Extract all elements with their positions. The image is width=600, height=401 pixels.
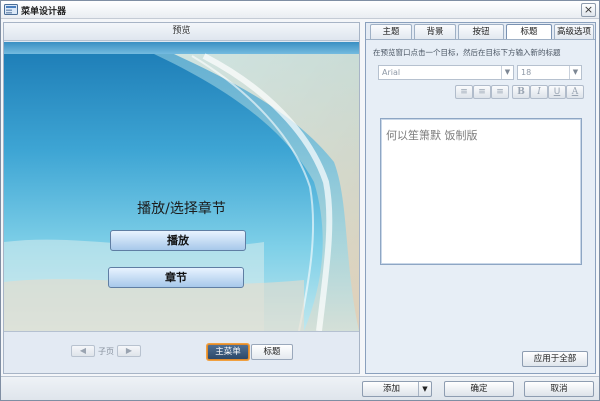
tab-buttons[interactable]: 按钮	[458, 24, 504, 40]
bold-icon: B	[517, 87, 525, 97]
font-family-value: Arial	[382, 68, 401, 77]
tab-advanced[interactable]: 高级选项	[554, 24, 594, 40]
apply-to-all-button[interactable]: 应用于全部	[522, 351, 588, 367]
editor-tabs: 主题 背景 按钮 标题 高级选项	[366, 24, 595, 40]
chevron-left-icon: ◀	[79, 346, 87, 355]
align-center-icon: ≡	[478, 87, 486, 97]
title-menu-segment[interactable]: 标题	[251, 344, 293, 360]
close-button[interactable]: ×	[581, 3, 596, 17]
align-left-icon: ≡	[460, 87, 468, 97]
title-bar: 菜单设计器 ×	[1, 1, 599, 19]
font-size-select[interactable]: 18 ▼	[517, 65, 582, 80]
editor-panel: 主题 背景 按钮 标题 高级选项 在预览窗口点击一个目标，然后在目标下方输入新的…	[365, 22, 596, 374]
align-right-button[interactable]: ≡	[491, 85, 509, 99]
main-menu-segment[interactable]: 主菜单	[207, 344, 249, 360]
app-icon	[4, 4, 18, 15]
italic-button[interactable]: I	[530, 85, 548, 99]
next-page-button[interactable]: ▶	[117, 345, 141, 357]
tab-background[interactable]: 背景	[414, 24, 456, 40]
font-size-value: 18	[521, 68, 532, 77]
menu-designer-window: 菜单设计器 × 预览 播放/选择章节 播放 章节 ◀ 子页 ▶ 主菜单 标题 主…	[0, 0, 600, 401]
chevron-down-icon: ▼	[422, 385, 428, 393]
cancel-button[interactable]: 取消	[524, 381, 594, 397]
tab-theme[interactable]: 主题	[370, 24, 412, 40]
preview-panel: 预览 播放/选择章节 播放 章节 ◀ 子页 ▶ 主菜单 标题	[3, 22, 360, 374]
ok-button[interactable]: 确定	[444, 381, 514, 397]
align-left-button[interactable]: ≡	[455, 85, 473, 99]
bottom-bar: 添加 ▼ 确定 取消	[1, 376, 599, 400]
italic-icon: I	[537, 87, 541, 97]
chapters-menu-button[interactable]: 章节	[108, 267, 244, 288]
tab-title[interactable]: 标题	[506, 24, 552, 40]
window-title: 菜单设计器	[21, 7, 67, 17]
add-dropdown-arrow[interactable]: ▼	[418, 382, 431, 396]
preview-header: 预览	[4, 23, 359, 41]
chevron-right-icon: ▶	[125, 346, 133, 355]
bold-button[interactable]: B	[512, 85, 530, 99]
font-color-button[interactable]: A	[566, 85, 584, 99]
chevron-down-icon: ▼	[569, 66, 581, 79]
instruction-hint: 在预览窗口点击一个目标，然后在目标下方输入新的标题	[373, 48, 561, 57]
close-icon: ×	[583, 3, 594, 16]
chevron-down-icon: ▼	[501, 66, 513, 79]
title-text-area[interactable]: 何以笙箫默 饭制版	[380, 118, 582, 265]
underline-button[interactable]: U	[548, 85, 566, 99]
sub-page-label: 子页	[98, 347, 114, 356]
prev-page-button[interactable]: ◀	[71, 345, 95, 357]
font-family-select[interactable]: Arial ▼	[378, 65, 514, 80]
font-color-icon: A	[571, 87, 579, 97]
title-tab-body: 在预览窗口点击一个目标，然后在目标下方输入新的标题 Arial ▼ 18 ▼ ≡…	[366, 39, 595, 373]
preview-footer: ◀ 子页 ▶ 主菜单 标题	[4, 331, 359, 373]
add-button-label: 添加	[383, 384, 401, 394]
align-right-icon: ≡	[496, 87, 504, 97]
menu-title-text[interactable]: 播放/选择章节	[4, 198, 359, 218]
align-center-button[interactable]: ≡	[473, 85, 491, 99]
add-button[interactable]: 添加 ▼	[362, 381, 432, 397]
preview-canvas[interactable]: 播放/选择章节 播放 章节	[4, 42, 359, 331]
play-menu-button[interactable]: 播放	[110, 230, 246, 251]
underline-icon: U	[553, 87, 561, 97]
